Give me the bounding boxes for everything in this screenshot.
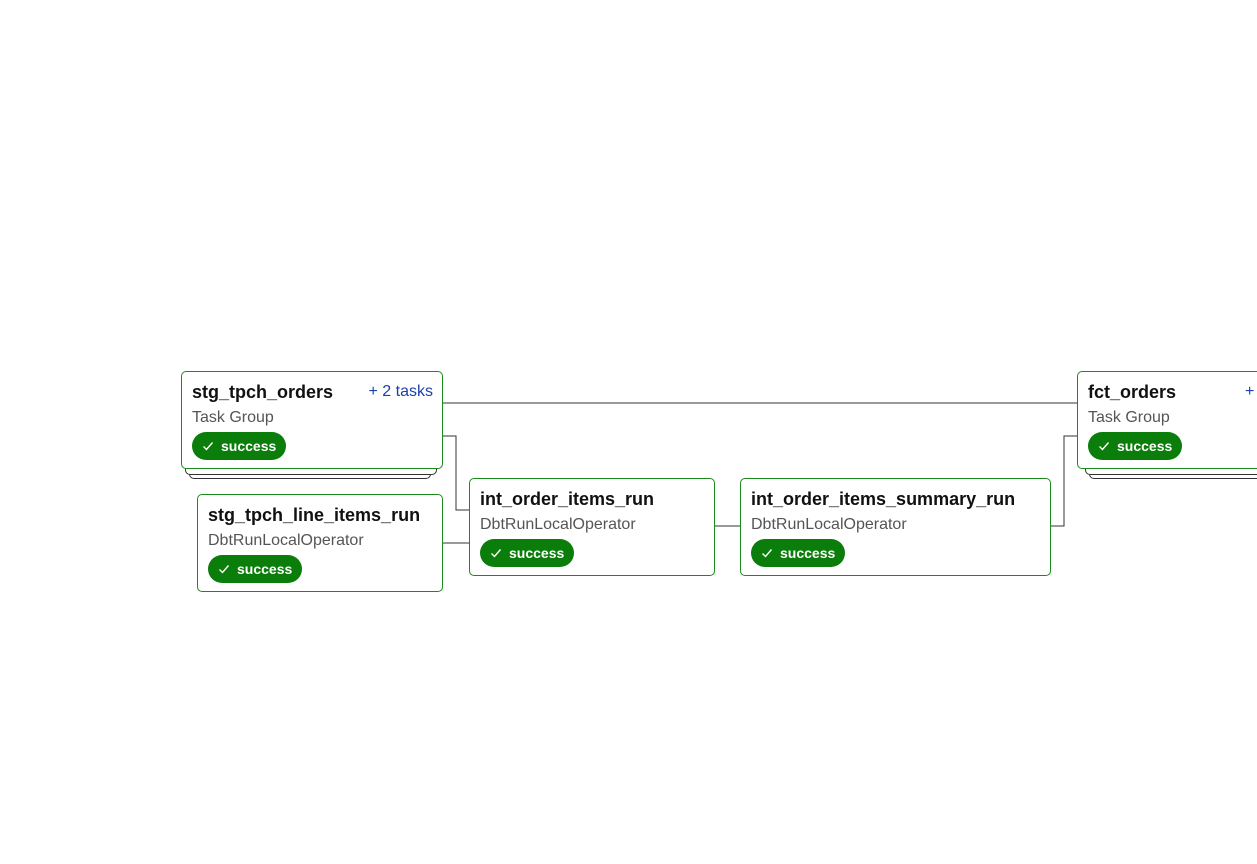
expand-tasks-link[interactable]: + 2 tasks [369, 382, 433, 402]
dag-graph-canvas[interactable]: stg_tpch_orders + 2 tasks Task Group suc… [0, 0, 1257, 864]
status-badge: success [192, 432, 287, 460]
node-operator: DbtRunLocalOperator [208, 532, 364, 549]
status-label: success [237, 561, 293, 577]
node-operator: Task Group [1088, 409, 1170, 426]
node-operator: DbtRunLocalOperator [480, 516, 636, 533]
check-icon [219, 565, 230, 574]
expand-tasks-link[interactable]: + [1245, 382, 1254, 402]
task-group-node-fct-orders[interactable]: fct_orders + Task Group success [1077, 371, 1257, 469]
status-badge: success [751, 539, 846, 567]
node-title: stg_tpch_line_items_run [208, 505, 421, 525]
check-icon [491, 549, 502, 558]
edge-stg-orders-to-int-order-items [443, 435, 469, 511]
status-badge: success [1088, 432, 1183, 460]
status-badge: success [208, 555, 303, 583]
node-title: int_order_items_run [480, 489, 655, 509]
status-label: success [221, 438, 277, 454]
node-operator: DbtRunLocalOperator [751, 516, 907, 533]
check-icon [762, 549, 773, 558]
task-group-node-stg-tpch-orders[interactable]: stg_tpch_orders + 2 tasks Task Group suc… [181, 371, 443, 469]
status-label: success [1117, 438, 1173, 454]
task-node-int-order-items-summary-run[interactable]: int_order_items_summary_run DbtRunLocalO… [740, 478, 1051, 576]
status-label: success [780, 545, 836, 561]
task-node-int-order-items-run[interactable]: int_order_items_run DbtRunLocalOperator … [469, 478, 715, 576]
status-badge: success [480, 539, 575, 567]
node-title: int_order_items_summary_run [751, 489, 1016, 509]
status-label: success [509, 545, 565, 561]
task-node-stg-tpch-line-items-run[interactable]: stg_tpch_line_items_run DbtRunLocalOpera… [197, 494, 443, 592]
check-icon [203, 442, 214, 451]
check-icon [1099, 442, 1110, 451]
node-operator: Task Group [192, 409, 274, 426]
edge-summary-to-fct-orders [1051, 435, 1077, 527]
node-title: fct_orders [1088, 382, 1177, 402]
